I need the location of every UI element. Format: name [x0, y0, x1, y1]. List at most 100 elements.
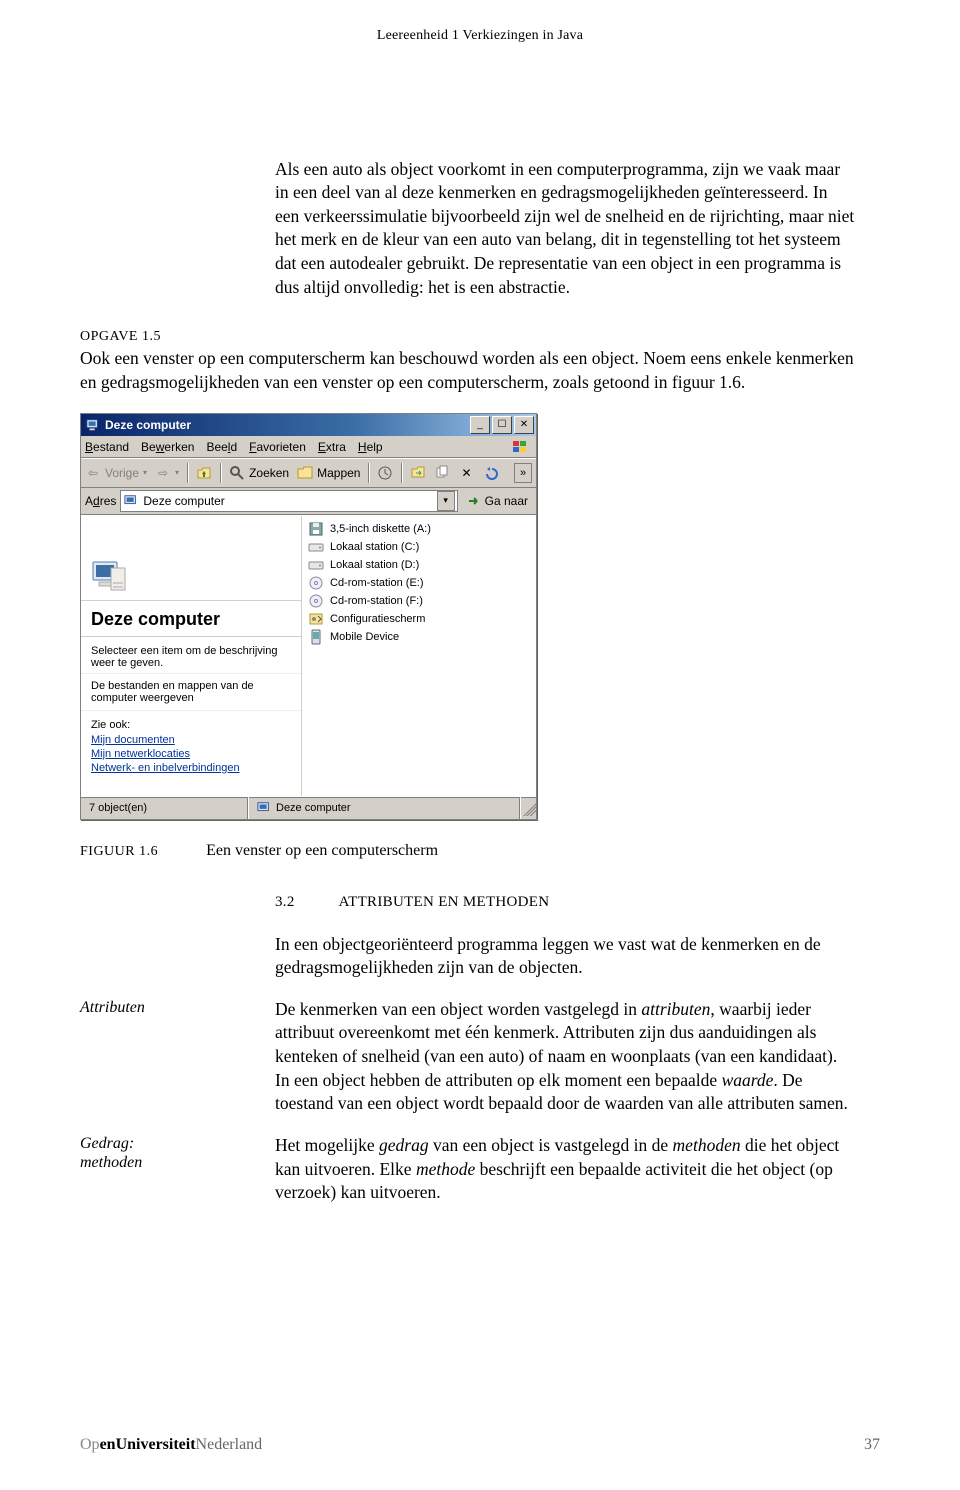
address-bar: Adres Deze computer ▾ Ga naar	[81, 488, 536, 515]
item-label: 3,5-inch diskette (A:)	[330, 523, 431, 535]
footer-brand: OpenUniversiteitNederland	[80, 1436, 262, 1454]
section-title: ATTRIBUTEN EN METHODEN	[339, 894, 550, 911]
up-button[interactable]	[196, 465, 212, 481]
windows-logo-icon	[510, 438, 532, 456]
toolbar-separator	[401, 463, 402, 483]
menu-extra[interactable]: Extra	[318, 440, 346, 454]
link-mijn-documenten[interactable]: Mijn documenten	[81, 733, 301, 747]
link-netwerk-inbel[interactable]: Netwerk- en inbelverbindingen	[81, 761, 301, 775]
minimize-button[interactable]: _	[470, 416, 490, 434]
computer-icon	[123, 493, 139, 509]
figure-screenshot: Deze computer _ ☐ ✕ Bestand Bewerken Bee…	[80, 413, 880, 860]
moveto-icon	[410, 465, 426, 481]
maximize-button[interactable]: ☐	[492, 416, 512, 434]
left-pane-title: Deze computer	[81, 601, 301, 637]
menu-favorieten[interactable]: Favorieten	[249, 440, 306, 454]
drive-icon	[308, 557, 324, 573]
item-label: Cd-rom-station (E:)	[330, 577, 424, 589]
delete-icon: ✕	[458, 465, 474, 481]
folder-up-icon	[196, 465, 212, 481]
close-button[interactable]: ✕	[514, 416, 534, 434]
list-item[interactable]: 3,5-inch diskette (A:)	[308, 520, 536, 538]
go-label: Ga naar	[485, 494, 528, 508]
search-label: Zoeken	[249, 466, 289, 480]
list-item[interactable]: Cd-rom-station (F:)	[308, 592, 536, 610]
back-button[interactable]: ⇦ Vorige ▾	[85, 465, 147, 481]
toolbar-separator	[187, 463, 188, 483]
delete-button[interactable]: ✕	[458, 465, 474, 481]
address-label: Adres	[85, 494, 116, 508]
figure-label: FIGUUR 1.6	[80, 844, 158, 860]
copyto-button[interactable]	[434, 465, 450, 481]
search-icon	[229, 465, 245, 481]
item-label: Lokaal station (C:)	[330, 541, 419, 553]
opgave-text: Ook een venster op een computerscherm ka…	[80, 347, 855, 394]
toolbar: ⇦ Vorige ▾ ⇨ ▾	[81, 459, 536, 488]
drive-icon	[308, 539, 324, 555]
undo-button[interactable]	[482, 465, 498, 481]
control-panel-icon	[308, 611, 324, 627]
margin-gedrag-methoden: Gedrag:methoden	[80, 1134, 250, 1172]
left-pane-hint: Selecteer een item om de beschrijving we…	[81, 637, 301, 673]
menu-bestand[interactable]: Bestand	[85, 440, 129, 454]
moveto-button[interactable]	[410, 465, 426, 481]
link-mijn-netwerklocaties[interactable]: Mijn netwerklocaties	[81, 747, 301, 761]
figure-caption: Een venster op een computerscherm	[206, 842, 438, 860]
item-label: Cd-rom-station (F:)	[330, 595, 423, 607]
computer-icon	[85, 417, 101, 433]
computer-icon	[256, 800, 272, 816]
address-dropdown[interactable]: ▾	[437, 491, 455, 511]
forward-button[interactable]: ⇨ ▾	[155, 465, 179, 481]
item-label: Lokaal station (D:)	[330, 559, 419, 571]
address-field[interactable]: Deze computer ▾	[120, 490, 457, 512]
forward-arrow-icon: ⇨	[155, 465, 171, 481]
toolbar-overflow[interactable]: »	[514, 463, 532, 483]
mobile-device-icon	[308, 629, 324, 645]
running-head: Leereenheid 1 Verkiezingen in Java	[0, 28, 960, 44]
toolbar-separator	[220, 463, 221, 483]
back-label: Vorige	[105, 466, 139, 480]
left-pane-hint2: De bestanden en mappen van de computer w…	[81, 673, 301, 711]
computer-large-icon	[91, 558, 127, 594]
list-item[interactable]: Mobile Device	[308, 628, 536, 646]
item-label: Configuratiescherm	[330, 613, 425, 625]
history-button[interactable]	[377, 465, 393, 481]
address-value: Deze computer	[143, 494, 224, 508]
status-bar: 7 object(en) Deze computer	[81, 796, 536, 819]
resize-grip[interactable]	[520, 800, 536, 816]
list-item[interactable]: Cd-rom-station (E:)	[308, 574, 536, 592]
menu-help[interactable]: Help	[358, 440, 383, 454]
list-item[interactable]: Configuratiescherm	[308, 610, 536, 628]
menu-beeld[interactable]: Beeld	[206, 440, 237, 454]
folders-button[interactable]: Mappen	[297, 465, 360, 481]
undo-icon	[482, 465, 498, 481]
back-arrow-icon: ⇦	[85, 465, 101, 481]
floppy-icon	[308, 521, 324, 537]
search-button[interactable]: Zoeken	[229, 465, 289, 481]
window-title: Deze computer	[105, 418, 470, 432]
list-item[interactable]: Lokaal station (D:)	[308, 556, 536, 574]
list-item[interactable]: Lokaal station (C:)	[308, 538, 536, 556]
see-also-label: Zie ook:	[81, 711, 301, 733]
item-label: Mobile Device	[330, 631, 399, 643]
folders-icon	[297, 465, 313, 481]
window-titlebar[interactable]: Deze computer _ ☐ ✕	[81, 414, 536, 436]
section-number: 3.2	[275, 894, 295, 911]
intro-paragraph: Als een auto als object voorkomt in een …	[275, 158, 855, 300]
folders-label: Mappen	[317, 466, 360, 480]
body-p1: In een objectgeoriënteerd programma legg…	[275, 933, 855, 980]
body-p3: Het mogelijke gedrag van een object is v…	[275, 1134, 855, 1205]
opgave-label: OPGAVE 1.5	[80, 329, 855, 345]
menubar: Bestand Bewerken Beeld Favorieten Extra …	[81, 436, 536, 459]
status-mid: Deze computer	[248, 797, 520, 819]
back-dropdown-icon: ▾	[143, 468, 147, 477]
toolbar-separator	[368, 463, 369, 483]
copyto-icon	[434, 465, 450, 481]
status-mid-text: Deze computer	[276, 802, 351, 814]
page-number: 37	[864, 1436, 880, 1454]
go-button[interactable]: Ga naar	[462, 493, 532, 509]
menu-bewerken[interactable]: Bewerken	[141, 440, 194, 454]
history-icon	[377, 465, 393, 481]
body-p2: De kenmerken van een object worden vastg…	[275, 998, 855, 1116]
window: Deze computer _ ☐ ✕ Bestand Bewerken Bee…	[80, 413, 537, 820]
